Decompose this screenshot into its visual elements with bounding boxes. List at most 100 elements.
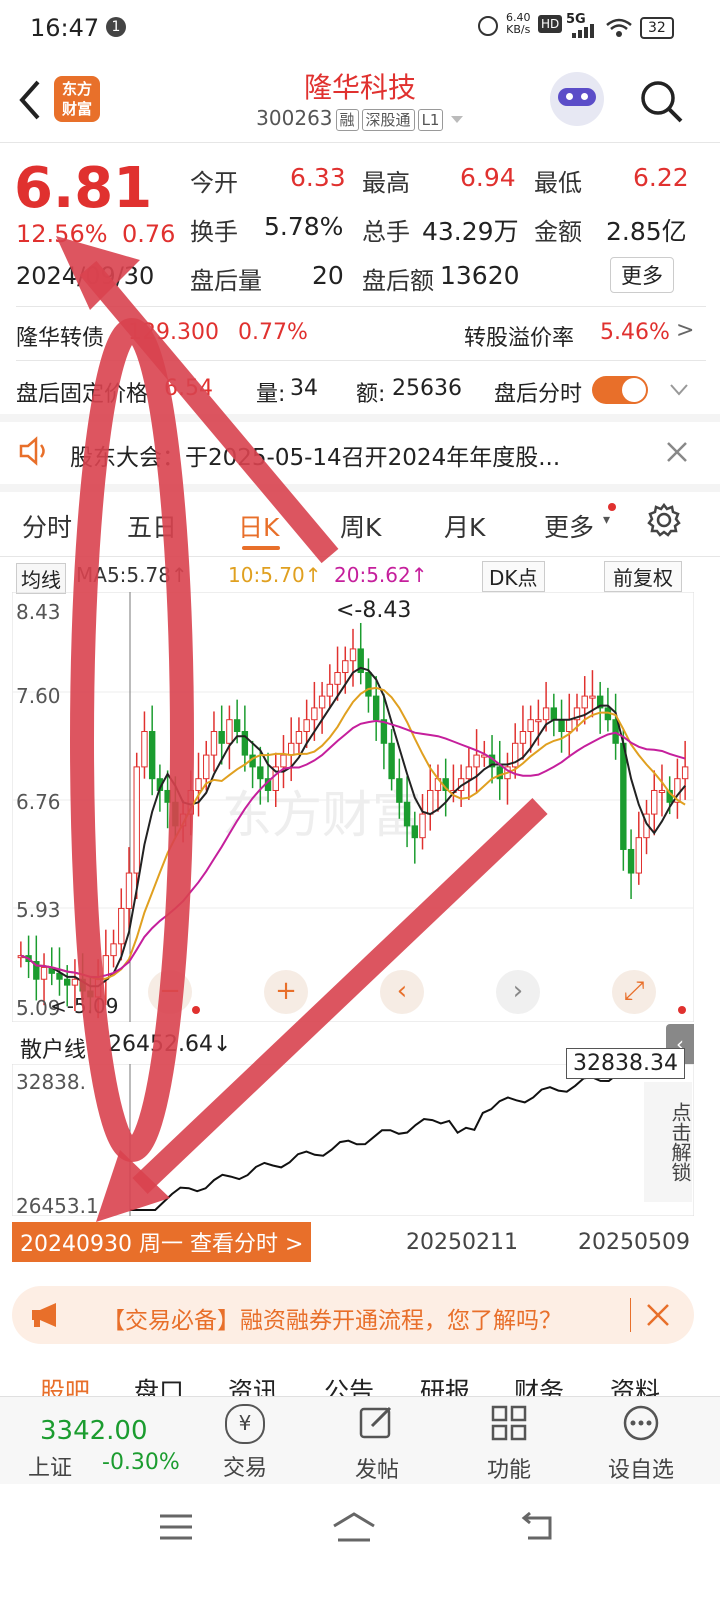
tab-monthly-k[interactable]: 月K [444, 508, 485, 544]
wifi-icon [606, 18, 632, 37]
candle-body [550, 707, 558, 721]
candle-body [71, 978, 79, 986]
watch-label: 设自选 [607, 1458, 674, 1483]
tab-daily-k[interactable]: 日K [238, 508, 279, 544]
zoom-out-button[interactable]: − [148, 970, 192, 1014]
promo-banner[interactable]: 【交易必备】融资融券开通流程，您了解吗？ [12, 1286, 694, 1344]
ma10-value: 10:5.70↑ [228, 563, 322, 587]
candle-body [172, 801, 179, 827]
divider [16, 306, 706, 307]
zoom-in-button[interactable]: + [264, 970, 308, 1014]
alarm-icon [478, 16, 498, 36]
low-label: 最低 [534, 169, 582, 197]
indicator-chart[interactable] [12, 1064, 694, 1216]
afterhours-fixed-label: 盘后固定价格 [16, 382, 149, 407]
index-widget[interactable]: 3342.00 上证 -0.30% [0, 1398, 190, 1482]
post-button[interactable]: 发帖 [322, 1398, 432, 1484]
news-tabs: 股吧 盘口 资讯 公告 研报 财务 资料 [0, 1356, 720, 1396]
high-value: 6.94 [460, 163, 516, 192]
candle-body [419, 813, 426, 839]
add-watchlist-button[interactable]: 设自选 [586, 1398, 696, 1484]
candle-body [342, 660, 349, 674]
afterhours-volume-label: 盘后量 [190, 267, 262, 295]
tab-five-day[interactable]: 五日 [127, 508, 177, 544]
candle-body [318, 695, 326, 709]
tab-underline [242, 546, 280, 550]
adjust-button[interactable]: 前复权 [604, 561, 682, 592]
candle-body [651, 789, 658, 815]
index-name: 上证 [28, 1456, 73, 1481]
kline-chart[interactable]: 东方财富 [12, 592, 694, 1022]
home-icon[interactable] [330, 1510, 378, 1544]
news-tab-finance[interactable]: 财务 [514, 1372, 564, 1396]
candle-body [195, 778, 202, 791]
chevron-right-button[interactable]: › [496, 970, 540, 1014]
function-button[interactable]: 功能 [454, 1398, 564, 1484]
ma-label[interactable]: 均线 [16, 563, 66, 594]
selected-date-button[interactable]: 20240930 周一 查看分时 > [12, 1222, 312, 1262]
candle-body [118, 907, 125, 945]
candle-body [210, 731, 218, 756]
tab-weekly-k[interactable]: 周K [340, 508, 381, 544]
candle-body [203, 754, 210, 780]
afterhours-timeshare-label: 盘后分时 [494, 382, 583, 407]
search-icon[interactable] [638, 78, 684, 124]
candle-body [396, 778, 403, 803]
trade-button[interactable]: ¥ 交易 [190, 1398, 300, 1482]
close-icon[interactable] [666, 441, 688, 463]
fullscreen-button[interactable]: ⤢ [612, 970, 656, 1014]
amount-label: 金额 [534, 218, 582, 246]
battery-icon: 32 [640, 17, 674, 39]
chevron-right-icon[interactable]: > [676, 318, 694, 343]
candle-body [620, 742, 627, 850]
chevron-left-button[interactable]: ‹ [380, 970, 424, 1014]
news-tab-pankou[interactable]: 盘口 [134, 1372, 184, 1396]
notice-text[interactable]: 股东大会：于2025-05-14召开2024年年度股... [70, 438, 650, 472]
candle-body [411, 825, 418, 839]
candle-body [519, 731, 527, 744]
news-tab-guba[interactable]: 股吧 [40, 1372, 90, 1396]
news-tab-announce[interactable]: 公告 [324, 1372, 374, 1396]
candle-body [218, 731, 225, 744]
back-nav-icon[interactable] [520, 1510, 558, 1544]
y-tick-1: 8.43 [16, 600, 61, 624]
candle-body [311, 707, 318, 721]
gear-icon[interactable] [646, 502, 682, 538]
indicator-bottom-tick: 26453.1 [16, 1194, 99, 1218]
dk-point-button[interactable]: DK点 [482, 561, 545, 592]
candle-body [326, 683, 334, 697]
unlock-button[interactable]: 点击解锁 [644, 1082, 692, 1202]
news-tab-profile[interactable]: 资料 [610, 1372, 660, 1396]
robot-assistant-icon[interactable] [550, 72, 604, 126]
candle-body [535, 719, 542, 723]
close-icon[interactable] [646, 1303, 670, 1327]
x-tick-2: 20250211 [406, 1230, 518, 1255]
candle-body [465, 766, 473, 780]
chevron-down-icon[interactable] [670, 384, 688, 396]
afterhours-amt-label: 额: [356, 382, 386, 407]
menu-icon[interactable] [158, 1512, 194, 1542]
candle-body [681, 766, 689, 780]
indicator-value: 26452.64↓ [108, 1032, 232, 1057]
afterhours-toggle[interactable] [592, 376, 648, 404]
bond-name[interactable]: 隆华转债 [16, 320, 104, 352]
more-button[interactable]: 更多 [610, 257, 674, 293]
y-tick-2: 7.60 [16, 684, 61, 708]
connect-tag: 深股通 [361, 109, 415, 131]
y-tick-3: 6.76 [16, 790, 61, 814]
news-tab-news[interactable]: 资讯 [228, 1372, 278, 1396]
afterhours-fixed-price: 6.54 [164, 376, 213, 401]
candle-body [40, 966, 48, 980]
chevron-down-icon[interactable] [450, 115, 464, 125]
tab-more[interactable]: 更多 [544, 508, 594, 544]
tab-timeshare[interactable]: 分时 [22, 508, 72, 544]
section-gap [0, 414, 720, 422]
candle-body [365, 672, 372, 697]
indicator-frame [12, 1064, 694, 1216]
quote-date: 2024/09/30 [16, 262, 155, 290]
peak-label: <-8.43 [336, 598, 412, 623]
indicator-label[interactable]: 散户线 [20, 1032, 86, 1064]
signal-icon [572, 24, 594, 38]
news-tab-research[interactable]: 研报 [420, 1372, 470, 1396]
candle-body [566, 719, 573, 733]
